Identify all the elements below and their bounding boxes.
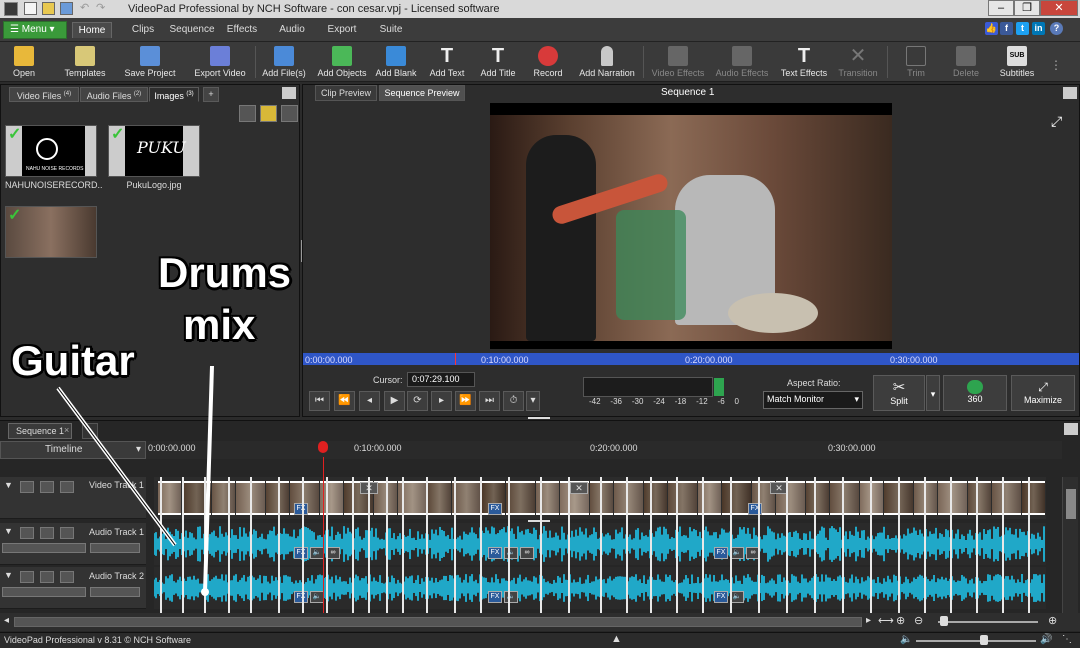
guitar-arrow-outline [57,387,176,546]
annotation-arrows [56,365,214,596]
drums-arrow [203,365,214,593]
drums-arrow-tip [201,588,209,596]
